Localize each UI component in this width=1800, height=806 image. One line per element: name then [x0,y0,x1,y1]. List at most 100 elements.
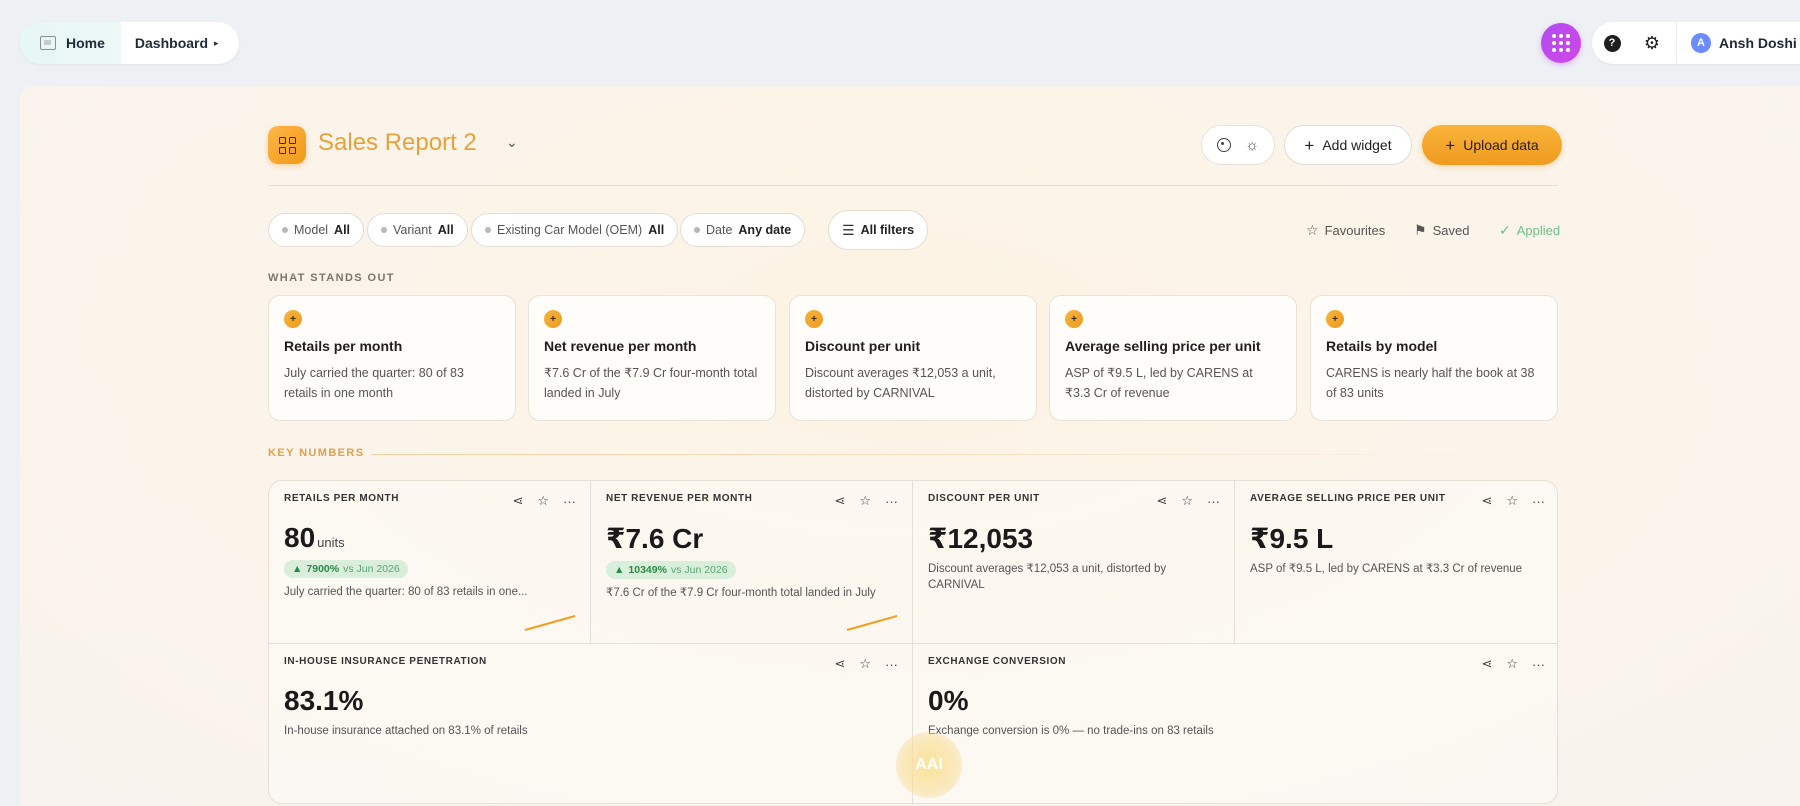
metric-actions: ⋖ ☆ ··· [834,493,898,509]
star-icon[interactable]: ☆ [1506,493,1518,509]
caret-right-icon: ▸ [214,37,219,48]
metric-value: 0% [928,685,969,716]
apps-grid-icon [1552,34,1570,52]
page-title[interactable]: Sales Report 2 [318,129,477,157]
add-widget-button[interactable]: + Add widget [1284,125,1412,165]
add-widget-label: Add widget [1322,137,1392,153]
sun-icon[interactable]: ☼ [1245,138,1259,153]
metric-note: ASP of ₹9.5 L, led by CARENS at ₹3.3 Cr … [1250,563,1523,575]
more-icon[interactable]: ··· [1532,657,1545,672]
metric-note: July carried the quarter: 80 of 83 retai… [284,586,528,598]
avatar: A [1691,33,1711,53]
metric-actions: ⋖ ☆ ··· [1481,656,1545,672]
bookmark-icon: ⚑ [1414,221,1427,238]
metric-card-discount[interactable]: DISCOUNT PER UNIT ⋖ ☆ ··· ₹12,053 Discou… [913,481,1235,644]
more-icon[interactable]: ··· [1532,494,1545,509]
upload-data-label: Upload data [1463,137,1539,153]
star-icon[interactable]: ☆ [859,493,871,509]
settings-button[interactable]: ⚙ [1632,23,1672,63]
favourites-label: Favourites [1324,222,1386,238]
breadcrumb: Home Dashboard ▸ [20,22,239,64]
arrow-up-icon: ▲ [614,564,625,576]
metric-label: EXCHANGE CONVERSION [928,656,1067,667]
filter-dot [694,227,700,233]
star-icon[interactable]: ☆ [859,656,871,672]
palette-icon[interactable] [1217,138,1232,152]
filter-chip-oem[interactable]: Existing Car Model (OEM) All [471,213,679,247]
star-icon[interactable]: ☆ [1506,656,1518,672]
filter-value: All [648,223,665,237]
metric-card-asp[interactable]: AVERAGE SELLING PRICE PER UNIT ⋖ ☆ ··· ₹… [1235,481,1557,644]
help-button[interactable]: ? [1592,23,1632,63]
saved-button[interactable]: ⚑ Saved [1414,213,1469,247]
insight-title: Retails per month [284,338,403,354]
dashboard-panel: Sales Report 2 ⌄ ☼ + Add widget + Upload… [20,86,1800,806]
insight-title: Discount per unit [805,338,921,354]
insight-text: July carried the quarter: 80 of 83 retai… [284,366,464,400]
metric-card-retails[interactable]: RETAILS PER MONTH ⋖ ☆ ··· 80 units ▲ 7900… [269,481,591,644]
filter-chip-variant[interactable]: Variant All [367,213,468,247]
metric-value: ₹9.5 L [1250,523,1334,554]
filter-value: All [437,223,454,237]
star-icon[interactable]: ☆ [1181,493,1193,509]
metric-card-net-revenue[interactable]: NET REVENUE PER MONTH ⋖ ☆ ··· ₹7.6 Cr ▲ … [591,481,913,644]
metric-value: ₹12,053 [928,523,1034,554]
metric-note: ₹7.6 Cr of the ₹7.9 Cr four-month total … [606,587,876,599]
title-chevron-down-icon[interactable]: ⌄ [506,134,518,151]
share-icon[interactable]: ⋖ [1481,656,1492,672]
favourites-button[interactable]: ☆ Favourites [1306,213,1385,247]
share-icon[interactable]: ⋖ [1156,493,1167,509]
filter-chip-model[interactable]: Model All [268,213,365,247]
breadcrumb-home[interactable]: Home [20,22,121,64]
user-toolbar: ? ⚙ A Ansh Doshi ▾ [1592,22,1800,64]
more-icon[interactable]: ··· [885,494,898,509]
share-icon[interactable]: ⋖ [834,493,845,509]
metric-note: Discount averages ₹12,053 a unit, distor… [928,563,1167,591]
theme-toggle: ☼ [1201,125,1275,165]
ai-assistant-button[interactable]: AAI [896,732,962,798]
insight-card[interactable]: + Discount per unit Discount averages ₹1… [789,295,1037,421]
apps-button[interactable] [1541,23,1581,63]
sparkle-icon: + [284,310,302,328]
insight-card[interactable]: + Net revenue per month ₹7.6 Cr of the ₹… [528,295,776,421]
insight-text: Discount averages ₹12,053 a unit, distor… [805,366,996,400]
metric-card-insurance[interactable]: IN-HOUSE INSURANCE PENETRATION ⋖ ☆ ··· 8… [269,644,913,803]
applied-button[interactable]: ✓ Applied [1499,213,1560,247]
metric-actions: ⋖ ☆ ··· [834,656,898,672]
delta-value: 7900% [306,563,340,575]
more-icon[interactable]: ··· [1207,494,1220,509]
metric-value: 80 units [284,522,575,554]
insight-card[interactable]: + Average selling price per unit ASP of … [1049,295,1297,421]
sparkle-icon: + [1326,310,1344,328]
user-menu[interactable]: A Ansh Doshi ▾ [1676,22,1800,64]
header-divider [268,185,1558,186]
delta-value: 10349% [628,564,667,576]
help-icon: ? [1603,34,1621,52]
filter-name: Variant [393,223,432,237]
share-icon[interactable]: ⋖ [512,493,523,509]
star-icon[interactable]: ☆ [537,493,549,509]
delta-ref: vs Jun 2026 [670,564,728,576]
metric-note: Exchange conversion is 0% — no trade-ins… [928,725,1214,737]
all-filters-button[interactable]: ☰ All filters [828,210,929,250]
insight-title: Net revenue per month [544,338,697,354]
sparkle-icon: + [544,310,562,328]
filter-chip-date[interactable]: Date Any date [680,213,806,247]
dashboard-header: Sales Report 2 ⌄ ☼ + Add widget + Upload… [268,122,1578,168]
share-icon[interactable]: ⋖ [1481,493,1492,509]
metric-card-exchange[interactable]: EXCHANGE CONVERSION ⋖ ☆ ··· 0% Exchange … [913,644,1557,803]
filter-value: Any date [738,223,792,237]
top-bar: Home Dashboard ▸ ? ⚙ A Ansh Doshi ▾ [0,0,1800,86]
metric-actions: ⋖ ☆ ··· [512,493,576,509]
upload-data-button[interactable]: + Upload data [1422,125,1562,165]
share-icon[interactable]: ⋖ [834,656,845,672]
more-icon[interactable]: ··· [563,494,576,509]
insight-card[interactable]: + Retails per month July carried the qua… [268,295,516,421]
filter-dot [282,227,288,233]
breadcrumb-dashboard[interactable]: Dashboard ▸ [121,35,233,51]
insight-card[interactable]: + Retails by model CARENS is nearly half… [1310,295,1558,421]
more-icon[interactable]: ··· [885,657,898,672]
filter-dot [485,227,491,233]
insight-text: ASP of ₹9.5 L, led by CARENS at ₹3.3 Cr … [1065,366,1253,400]
sparkline [524,615,576,631]
